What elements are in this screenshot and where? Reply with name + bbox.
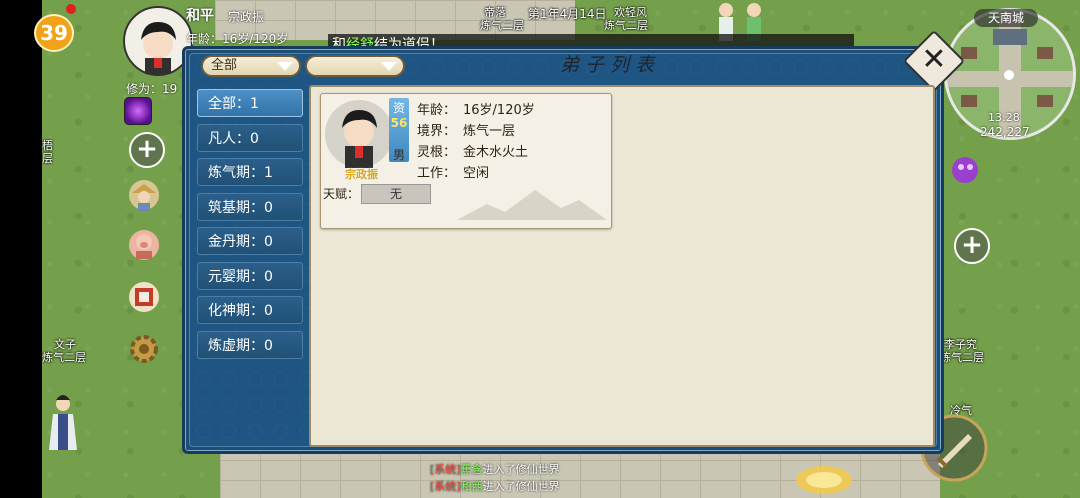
gear-icon[interactable] — [127, 332, 161, 366]
category-void-refining[interactable]: 炼虚期：0 — [197, 330, 303, 359]
chat-line-1: [系统]蕉含进入了修仙世界 — [430, 463, 560, 476]
game-date: 第1年4月14日 — [528, 7, 607, 21]
disciple-gender: 男 — [393, 148, 406, 162]
mountain-decoration-icon — [457, 190, 607, 220]
disciple-portrait-icon — [325, 100, 393, 168]
category-golden-core[interactable]: 金丹期：0 — [197, 227, 303, 255]
filter-dropdown-all[interactable]: 全部 — [201, 55, 301, 77]
level-badge[interactable]: 39 — [34, 14, 74, 52]
realm-category-list: 全部：1 凡人：0 炼气期：1 筑基期：0 金丹期：0 元婴期：0 化神期：0 … — [197, 89, 303, 365]
player-sect-name: 宗政振 — [228, 10, 265, 24]
filter-dropdown-2[interactable] — [305, 55, 405, 77]
minimap-time: 13:28 — [988, 111, 1020, 124]
map-label-left-mid: 文子 炼气二层 — [42, 338, 86, 364]
add-button-left[interactable]: + — [129, 132, 165, 168]
gate-icon[interactable] — [127, 280, 161, 314]
chat-line-2: [系统]和西进入了修仙世界 — [430, 480, 560, 493]
disciple-job: 空闲 — [463, 166, 490, 181]
category-mortal[interactable]: 凡人：0 — [197, 123, 303, 152]
chevron-down-icon — [381, 62, 397, 71]
npc-cultivator-left[interactable] — [46, 392, 80, 452]
close-icon: ✕ — [921, 42, 947, 77]
disciple-spirit-root: 金木水火土 — [463, 145, 529, 160]
category-spirit-severing[interactable]: 化神期：0 — [197, 296, 303, 324]
minimap-coords: 242,227 — [980, 125, 1030, 139]
category-all[interactable]: 全部：1 — [197, 89, 303, 117]
farmer-icon[interactable] — [127, 178, 161, 212]
talent-value: 无 — [361, 184, 431, 204]
map-label-top-2: 欢轻风 炼气二层 — [604, 6, 648, 32]
category-nascent-soul[interactable]: 元婴期：0 — [197, 261, 303, 290]
disciple-content-panel: 资 56 男 宗政振 年龄： 16岁/120岁 境界： 炼气一层 灵根： 金木水火土 … — [309, 85, 935, 447]
disciple-info: 年龄： 16岁/120岁 境界： 炼气一层 灵根： 金木水火土 工作： 空闲 — [417, 103, 535, 181]
disciple-age: 16岁/120岁 — [463, 103, 535, 118]
player-name: 和平 — [186, 8, 214, 24]
golden-circle-icon — [796, 466, 852, 494]
map-label-left-top: 梧层 — [42, 139, 53, 165]
spirit-orb-icon[interactable] — [124, 97, 152, 125]
category-foundation[interactable]: 筑基期：0 — [197, 192, 303, 221]
disciple-card[interactable]: 资 56 男 宗政振 年龄： 16岁/120岁 境界： 炼气一层 灵根： 金木水火土 … — [320, 93, 612, 229]
add-button-right[interactable]: + — [954, 228, 990, 264]
cultivation-text: 修为：19 — [126, 82, 178, 96]
left-black-bar — [0, 0, 42, 498]
talent-label: 天赋： — [323, 187, 360, 201]
game-scene: 39 和平 宗政振 年龄：16岁/120岁 修为：19 + 梧层 文子 炼气二层 … — [0, 0, 1080, 498]
filter-dropdown-label: 全部 — [211, 58, 238, 73]
dialog-title: 弟子列表 — [559, 54, 660, 76]
map-label-right-mid: 李子究 炼气二层 — [940, 338, 984, 364]
disciple-list-dialog: 弟子列表 全部 ✕ 全部：1 凡人：0 炼气期：1 筑基期：0 金丹期：0 元婴… — [182, 29, 966, 454]
map-label-top-1: 帝落 炼气二层 — [480, 6, 524, 32]
pig-icon[interactable] — [127, 228, 161, 262]
category-qi-refining[interactable]: 炼气期：1 — [197, 158, 303, 186]
minimap-city-name: 天南城 — [974, 9, 1038, 27]
player-age: 年龄：16岁/120岁 — [186, 32, 289, 46]
purple-beast-icon[interactable] — [948, 154, 982, 188]
chevron-down-icon — [277, 62, 293, 71]
notification-dot — [66, 4, 76, 14]
disciple-realm: 炼气一层 — [463, 124, 516, 139]
disciple-name: 宗政振 — [345, 168, 378, 181]
